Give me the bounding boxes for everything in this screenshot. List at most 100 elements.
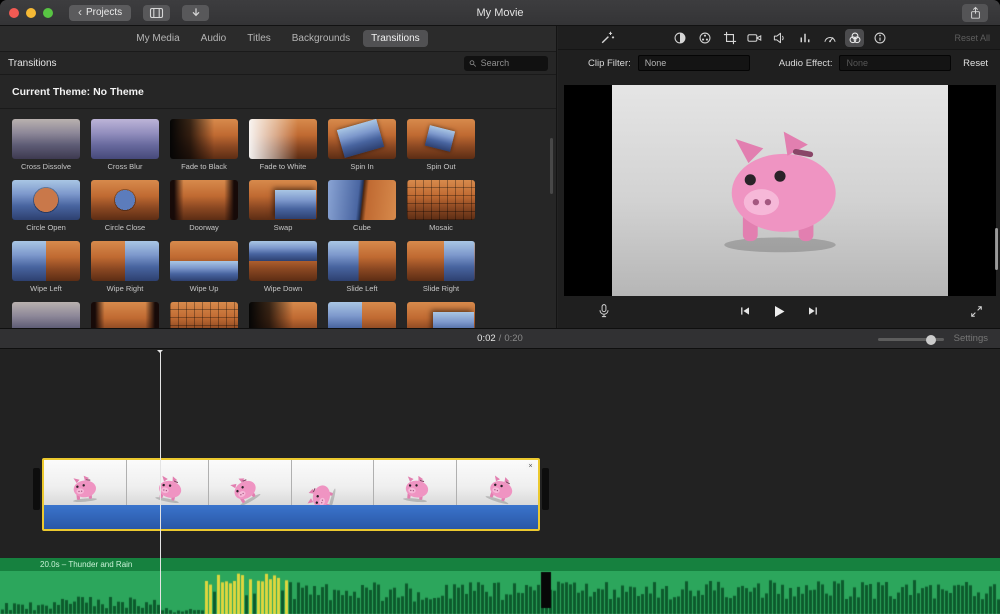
transition-thumbnail [91, 241, 159, 281]
speedometer-icon [823, 31, 837, 45]
transition-thumbnail [249, 241, 317, 281]
auto-enhance-button[interactable] [598, 29, 617, 47]
video-viewer [564, 85, 996, 296]
clip-information-button[interactable] [870, 29, 889, 47]
tab-transitions[interactable]: Transitions [363, 30, 428, 47]
transition-item[interactable]: Mosaic [407, 180, 475, 232]
panel-scrollbar[interactable] [995, 228, 998, 270]
transition-item[interactable]: Cross Dissolve [12, 119, 80, 171]
reset-button[interactable]: Reset [963, 58, 988, 69]
transition-item[interactable]: Circle Close [91, 180, 159, 232]
transition-thumbnail [328, 302, 396, 328]
import-media-button[interactable] [143, 5, 170, 21]
transition-label: Cross Blur [91, 162, 159, 171]
transition-item[interactable]: Circle Open [12, 180, 80, 232]
audio-effect-label: Audio Effect: [779, 58, 833, 69]
transition-item[interactable]: Fade to Black [170, 119, 238, 171]
skip-back-button[interactable] [736, 302, 755, 320]
audio-effect-dropdown[interactable]: None [839, 55, 951, 71]
transition-item[interactable] [249, 302, 317, 328]
speed-button[interactable] [820, 29, 839, 47]
transition-item[interactable]: Wipe Up [170, 241, 238, 293]
current-time: 0:02 [477, 333, 496, 344]
close-button[interactable] [9, 8, 19, 18]
audio-clip-body [0, 571, 1000, 614]
transition-thumbnail [12, 119, 80, 159]
transition-thumbnail [170, 302, 238, 328]
browser-scrollbar[interactable] [550, 138, 553, 194]
search-field[interactable] [464, 56, 548, 71]
adjustment-toolbar: Reset All [558, 26, 1000, 50]
transition-label: Doorway [170, 223, 238, 232]
tab-my-media[interactable]: My Media [128, 30, 187, 47]
transition-item[interactable] [328, 302, 396, 328]
transition-item[interactable]: Cross Blur [91, 119, 159, 171]
color-correction-button[interactable] [695, 29, 714, 47]
fullscreen-button[interactable] [967, 302, 986, 320]
transition-thumbnail [328, 241, 396, 281]
transition-item[interactable]: Slide Right [407, 241, 475, 293]
noise-reduction-button[interactable] [795, 29, 814, 47]
playhead[interactable] [160, 350, 161, 614]
play-button[interactable] [770, 302, 789, 320]
transition-item[interactable]: Spin In [328, 119, 396, 171]
transition-item[interactable]: Wipe Down [249, 241, 317, 293]
reset-all-button[interactable]: Reset All [954, 33, 990, 43]
projects-back-button[interactable]: ‹ Projects [69, 5, 131, 21]
zoom-slider-knob[interactable] [926, 335, 936, 345]
transition-thumbnail [249, 180, 317, 220]
clip-filter-label: Clip Filter: [588, 58, 631, 69]
transition-item[interactable]: Fade to White [249, 119, 317, 171]
clip-filter-row: Clip Filter: None Audio Effect: None Res… [558, 50, 1000, 76]
tab-titles[interactable]: Titles [239, 30, 279, 47]
stabilization-button[interactable] [745, 29, 764, 47]
zoom-button[interactable] [43, 8, 53, 18]
video-camera-icon [747, 31, 762, 45]
tab-audio[interactable]: Audio [193, 30, 235, 47]
timeline[interactable]: × 20.0s – Thunder and Rain [0, 350, 1000, 614]
transition-thumbnail [407, 302, 475, 328]
transition-item[interactable] [170, 302, 238, 328]
transition-item[interactable]: Spin Out [407, 119, 475, 171]
transition-label: Slide Right [407, 284, 475, 293]
current-theme-label: Current Theme: No Theme [12, 86, 144, 98]
filmstrip-frame [127, 460, 210, 505]
crop-button[interactable] [720, 29, 739, 47]
tab-backgrounds[interactable]: Backgrounds [284, 30, 358, 47]
volume-button[interactable] [770, 29, 789, 47]
search-input[interactable] [481, 58, 543, 68]
transition-item[interactable]: Cube [328, 180, 396, 232]
transition-item[interactable]: Wipe Right [91, 241, 159, 293]
timeline-settings-button[interactable]: Settings [954, 333, 988, 344]
adjustment-icon-group [670, 29, 889, 47]
transition-item[interactable] [91, 302, 159, 328]
transition-item[interactable]: Swap [249, 180, 317, 232]
clip-filter-effects-button[interactable] [845, 29, 864, 47]
video-clip[interactable]: × [42, 458, 540, 531]
clip-effect-badge[interactable]: × [526, 462, 535, 471]
transition-label: Wipe Right [91, 284, 159, 293]
traffic-lights [9, 8, 53, 18]
clip-filter-dropdown[interactable]: None [638, 55, 750, 71]
audio-effect-value: None [846, 58, 868, 68]
color-balance-button[interactable] [670, 29, 689, 47]
clip-trim-handle-right[interactable] [542, 468, 549, 510]
transition-item[interactable]: Wipe Left [12, 241, 80, 293]
tab-bar: My Media AudioTitles Backgrounds Transition… [0, 26, 556, 51]
voiceover-button[interactable] [594, 302, 613, 320]
transition-item[interactable]: Slide Left [328, 241, 396, 293]
minimize-button[interactable] [26, 8, 36, 18]
skip-forward-button[interactable] [804, 302, 823, 320]
clip-trim-handle-left[interactable] [33, 468, 40, 510]
transition-item[interactable]: Doorway [170, 180, 238, 232]
share-button[interactable] [962, 4, 988, 22]
transition-item[interactable] [407, 302, 475, 328]
transition-thumbnail [12, 241, 80, 281]
background-audio-clip[interactable]: 20.0s – Thunder and Rain [0, 558, 1000, 614]
transition-item[interactable] [12, 302, 80, 328]
zoom-slider[interactable] [878, 338, 944, 341]
import-button[interactable] [182, 5, 209, 21]
skip-back-icon [739, 305, 752, 317]
transition-thumbnail [91, 302, 159, 328]
color-wheel-icon [698, 31, 712, 45]
